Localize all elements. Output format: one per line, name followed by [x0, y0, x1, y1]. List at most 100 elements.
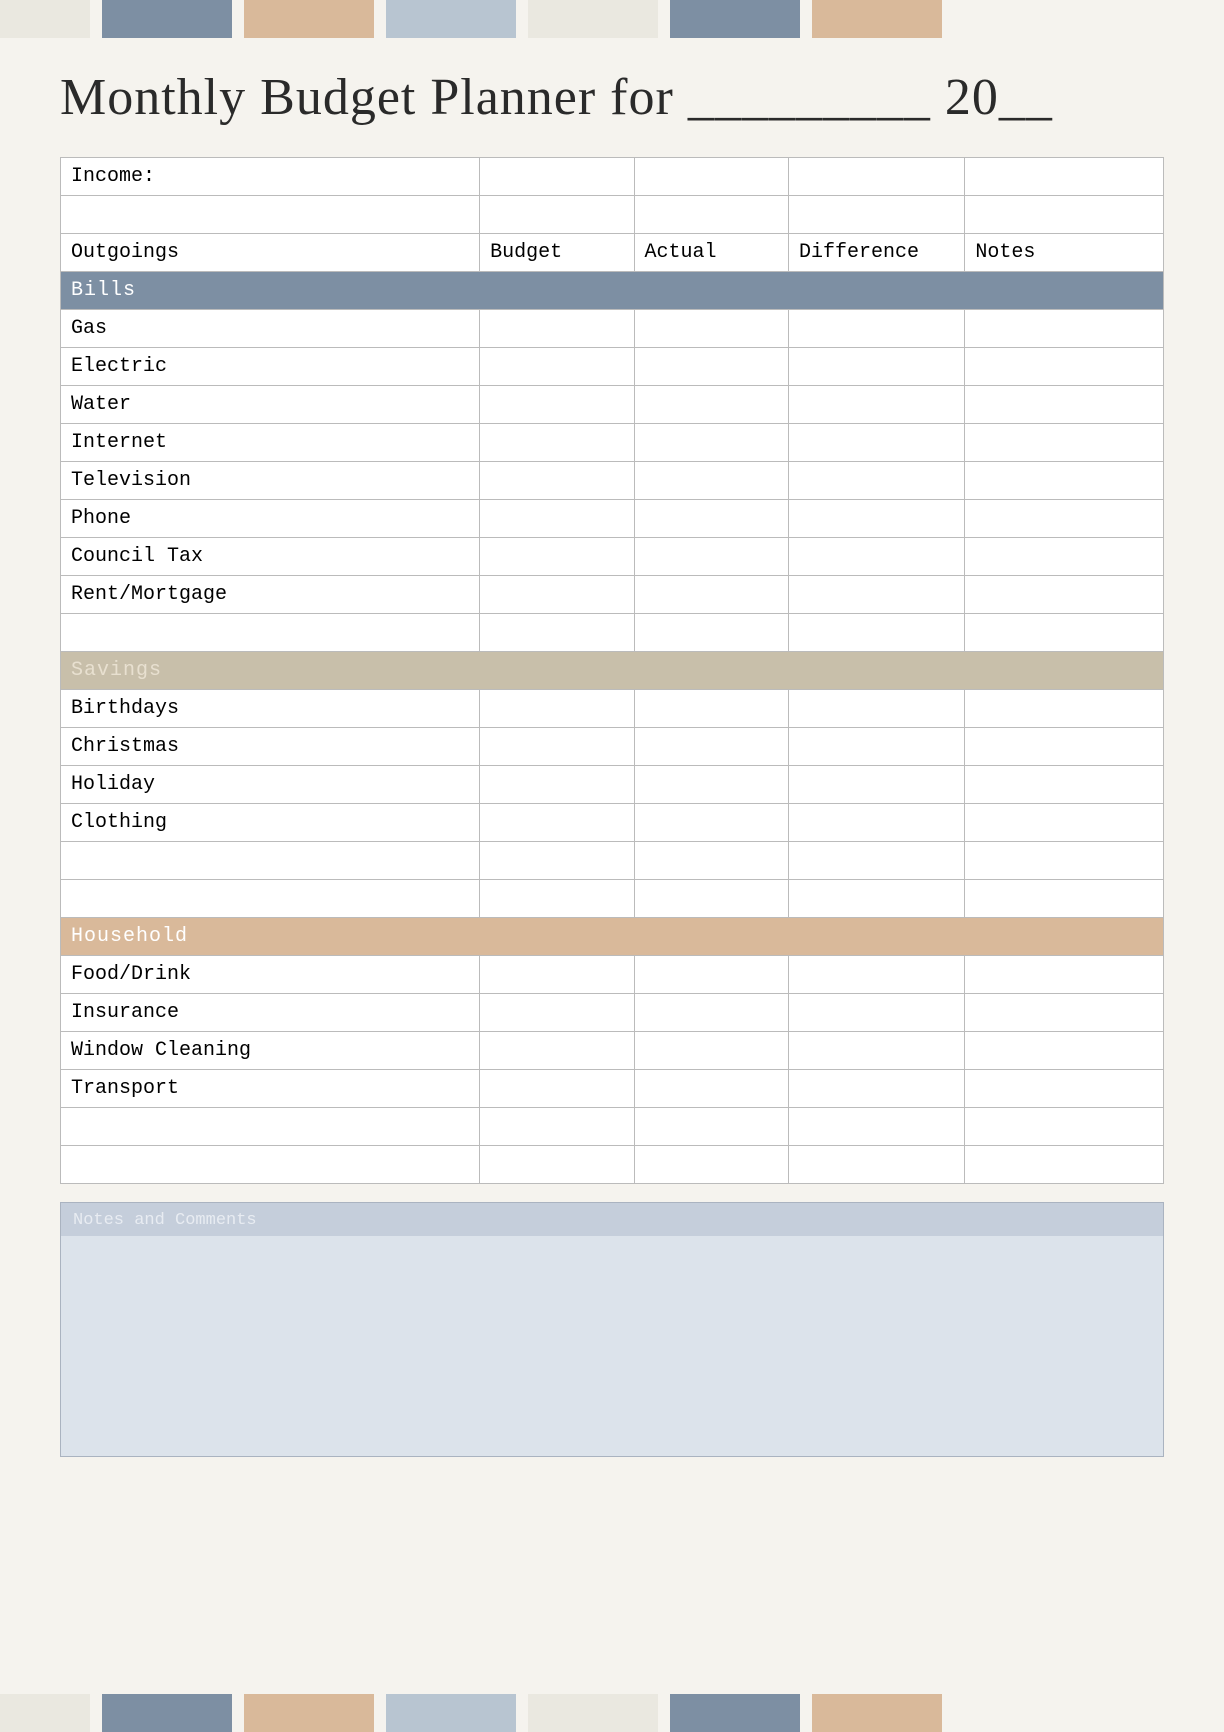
birthdays-budget [480, 690, 634, 728]
holiday-budget [480, 766, 634, 804]
strip-block [812, 0, 942, 38]
strip-gap [232, 0, 244, 38]
strip-block [528, 1694, 658, 1732]
strip-gap [658, 1694, 670, 1732]
table-row: Gas [61, 310, 1164, 348]
spacer-row [61, 1146, 1164, 1184]
internet-diff [788, 424, 964, 462]
item-food-drink: Food/Drink [61, 956, 480, 994]
food-notes [965, 956, 1164, 994]
income-diff-cell [788, 158, 964, 196]
gas-diff [788, 310, 964, 348]
table-row: Window Cleaning [61, 1032, 1164, 1070]
insurance-budget [480, 994, 634, 1032]
strip-gap [90, 1694, 102, 1732]
birthdays-notes [965, 690, 1164, 728]
bottom-color-strip [0, 1694, 1224, 1732]
internet-budget [480, 424, 634, 462]
window-budget [480, 1032, 634, 1070]
budget-table: Income: Outgoings Budget Actual Differen… [60, 157, 1164, 1184]
item-electric: Electric [61, 348, 480, 386]
water-notes [965, 386, 1164, 424]
strip-block [102, 1694, 232, 1732]
household-label: Household [61, 918, 1164, 956]
council-budget [480, 538, 634, 576]
col-header-notes: Notes [965, 234, 1164, 272]
clothing-notes [965, 804, 1164, 842]
strip-gap [232, 1694, 244, 1732]
strip-gap [374, 1694, 386, 1732]
spacer-row [61, 880, 1164, 918]
insurance-actual [634, 994, 788, 1032]
insurance-notes [965, 994, 1164, 1032]
income-budget-cell [480, 158, 634, 196]
strip-gap [658, 0, 670, 38]
outgoings-header-row: Outgoings Budget Actual Difference Notes [61, 234, 1164, 272]
top-color-strip [0, 0, 1224, 38]
income-actual-cell [634, 158, 788, 196]
strip-block [812, 1694, 942, 1732]
gas-notes [965, 310, 1164, 348]
food-budget [480, 956, 634, 994]
clothing-diff [788, 804, 964, 842]
internet-actual [634, 424, 788, 462]
table-row: Holiday [61, 766, 1164, 804]
strip-block [0, 0, 90, 38]
gas-budget [480, 310, 634, 348]
transport-actual [634, 1070, 788, 1108]
insurance-diff [788, 994, 964, 1032]
strip-block [244, 0, 374, 38]
strip-gap [516, 0, 528, 38]
table-row: Phone [61, 500, 1164, 538]
item-window-cleaning: Window Cleaning [61, 1032, 480, 1070]
window-notes [965, 1032, 1164, 1070]
item-rent-mortgage: Rent/Mortgage [61, 576, 480, 614]
item-clothing: Clothing [61, 804, 480, 842]
phone-diff [788, 500, 964, 538]
item-internet: Internet [61, 424, 480, 462]
notes-body [61, 1236, 1163, 1456]
page-title: Monthly Budget Planner for _________ 20_… [60, 68, 1164, 127]
table-row: Council Tax [61, 538, 1164, 576]
item-holiday: Holiday [61, 766, 480, 804]
strip-block [0, 1694, 90, 1732]
christmas-diff [788, 728, 964, 766]
item-birthdays: Birthdays [61, 690, 480, 728]
strip-gap [800, 1694, 812, 1732]
strip-block [244, 1694, 374, 1732]
strip-end [942, 0, 1224, 38]
transport-budget [480, 1070, 634, 1108]
electric-notes [965, 348, 1164, 386]
table-row: Internet [61, 424, 1164, 462]
christmas-budget [480, 728, 634, 766]
table-row: Water [61, 386, 1164, 424]
col-header-difference: Difference [788, 234, 964, 272]
item-water: Water [61, 386, 480, 424]
strip-block [528, 0, 658, 38]
bills-label: Bills [61, 272, 1164, 310]
strip-block [670, 1694, 800, 1732]
window-diff [788, 1032, 964, 1070]
col-header-actual: Actual [634, 234, 788, 272]
water-budget [480, 386, 634, 424]
birthdays-actual [634, 690, 788, 728]
tv-budget [480, 462, 634, 500]
rent-notes [965, 576, 1164, 614]
food-actual [634, 956, 788, 994]
rent-actual [634, 576, 788, 614]
tv-diff [788, 462, 964, 500]
internet-notes [965, 424, 1164, 462]
table-row: Birthdays [61, 690, 1164, 728]
council-diff [788, 538, 964, 576]
gas-actual [634, 310, 788, 348]
section-household-header: Household [61, 918, 1164, 956]
christmas-actual [634, 728, 788, 766]
food-diff [788, 956, 964, 994]
section-savings-header: Savings [61, 652, 1164, 690]
section-bills-header: Bills [61, 272, 1164, 310]
strip-block [102, 0, 232, 38]
spacer-row [61, 196, 1164, 234]
christmas-notes [965, 728, 1164, 766]
table-row: Television [61, 462, 1164, 500]
strip-gap [516, 1694, 528, 1732]
